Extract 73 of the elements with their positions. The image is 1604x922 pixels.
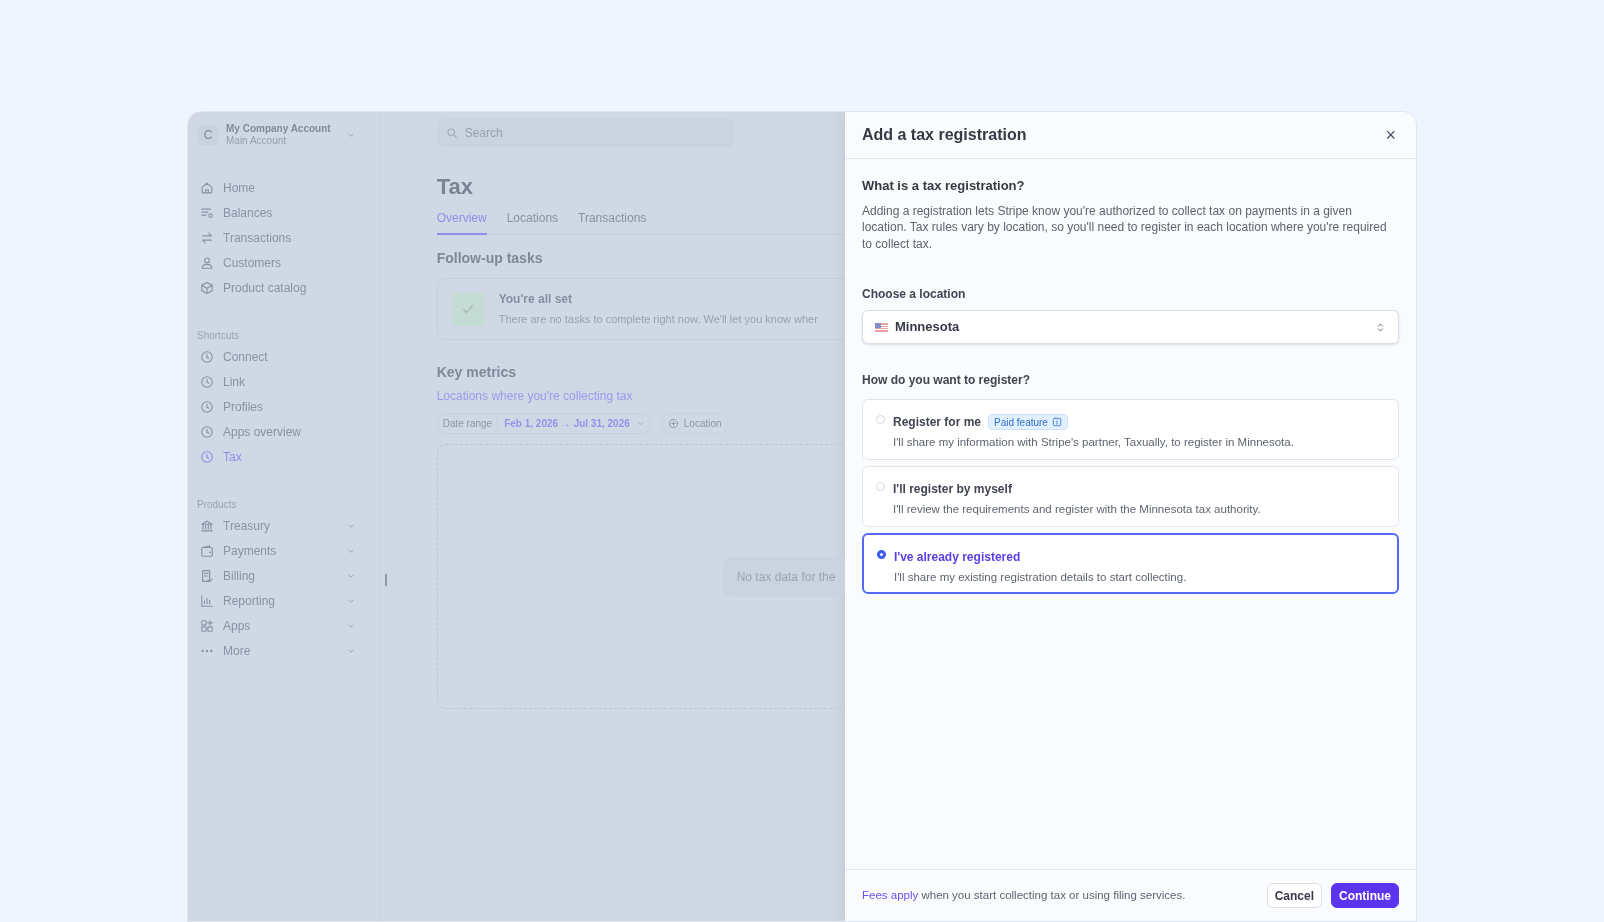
account-avatar: C (198, 125, 218, 145)
section-heading: Follow-up tasks (436, 249, 544, 268)
sidebar-item[interactable]: Transactions (188, 225, 380, 250)
check-icon (451, 292, 485, 326)
person-icon (200, 255, 214, 270)
clock-icon (200, 449, 214, 464)
sidebar-item[interactable]: Profiles (188, 394, 380, 419)
chevron-down-icon (345, 130, 356, 140)
sidebar-item[interactable]: Tax (188, 444, 380, 469)
continue-button[interactable]: Continue (1331, 883, 1399, 908)
wallet-icon (200, 543, 214, 558)
option-title: Register for me (892, 414, 981, 431)
clock-icon (200, 424, 214, 439)
tab[interactable]: Overview (436, 209, 487, 235)
sidebar-item[interactable]: More (188, 638, 380, 663)
sidebar-item[interactable]: Connect (188, 344, 380, 369)
plus-circle-icon (667, 418, 679, 429)
flag-icon (874, 322, 888, 332)
cancel-button[interactable]: Cancel (1266, 883, 1322, 908)
info-icon (1051, 417, 1062, 427)
radio-option[interactable]: Register for me Paid feature I'll share my information with Stripe's partner, Taxually, to register in Minnesota. (861, 399, 1399, 460)
sidebar-item[interactable]: Billing (188, 563, 380, 588)
footer-text: Fees apply when you start collecting tax or using filing services. (861, 887, 1186, 903)
box-icon (200, 280, 214, 295)
fees-link[interactable]: Fees apply (861, 888, 919, 901)
location-select[interactable]: Minnesota (861, 310, 1399, 344)
bar-chart-icon (200, 593, 214, 608)
radio-option[interactable]: I've already registered I'll share my existing registration details to start collecting. (861, 533, 1399, 594)
intro-text: Adding a registration lets Stripe know you're authorized to collect tax on payments in a given location. Tax rules vary by location, so you'll need to register in each location where you're required to collect tax. (861, 202, 1388, 252)
list-icon (200, 205, 214, 220)
option-title: I'll register by myself (892, 481, 1012, 498)
close-button[interactable]: × (1382, 126, 1399, 144)
clock-icon (200, 374, 214, 389)
page-title: Tax (436, 173, 474, 201)
home-icon (200, 180, 214, 195)
up-down-chevron-icon (1375, 321, 1386, 333)
tab[interactable]: Locations (506, 209, 559, 235)
section-heading: Key metrics (436, 363, 518, 382)
bank-icon (200, 518, 214, 533)
sidebar-item[interactable]: Apps (188, 613, 380, 638)
sidebar-item[interactable]: Payments (188, 538, 380, 563)
section-heading: What is a tax registration? (861, 177, 1026, 195)
clock-icon (200, 349, 214, 364)
account-subtitle: Main Account (226, 135, 288, 147)
arrows-icon (200, 230, 214, 245)
sidebar-item[interactable]: Link (188, 369, 380, 394)
sidebar-item[interactable]: Reporting (188, 588, 380, 613)
sidebar-item[interactable]: Treasury (188, 513, 380, 538)
sidebar-item[interactable]: Product catalog (188, 275, 380, 300)
account-name[interactable]: My Company Account (226, 123, 338, 135)
sidebar-item[interactable]: Apps overview (188, 419, 380, 444)
field-label: Choose a location (861, 286, 967, 303)
radio-button[interactable] (876, 550, 886, 559)
tab[interactable]: Transactions (578, 209, 647, 235)
radio-option[interactable]: I'll register by myself I'll review the requirements and register with the Minnesota tax authority. (861, 466, 1399, 527)
badge: Paid feature (988, 414, 1068, 430)
link[interactable]: Locations where you're collecting tax (436, 387, 845, 405)
sidebar-item[interactable]: Balances (188, 200, 380, 225)
receipt-icon (200, 568, 214, 583)
clock-icon (200, 399, 214, 414)
resize-handle[interactable] (385, 574, 387, 586)
sidebar-item[interactable]: Customers (188, 250, 380, 275)
option-description: I'll share my existing registration details to start collecting. (893, 570, 1187, 585)
grid-icon (200, 618, 214, 633)
dialog-title: Add a tax registration (861, 125, 1027, 145)
field-label: How do you want to register? (861, 372, 1031, 389)
option-title: I've already registered (893, 549, 1021, 566)
sidebar-item[interactable]: Home (188, 175, 380, 200)
chevron-down-icon (635, 419, 645, 428)
search-icon (445, 127, 458, 139)
option-description: I'll review the requirements and register with the Minnesota tax authority. (892, 502, 1261, 517)
option-description: I'll share my information with Stripe's partner, Taxually, to register in Minnesota. (892, 435, 1294, 450)
card-title: You're all set (498, 291, 573, 309)
